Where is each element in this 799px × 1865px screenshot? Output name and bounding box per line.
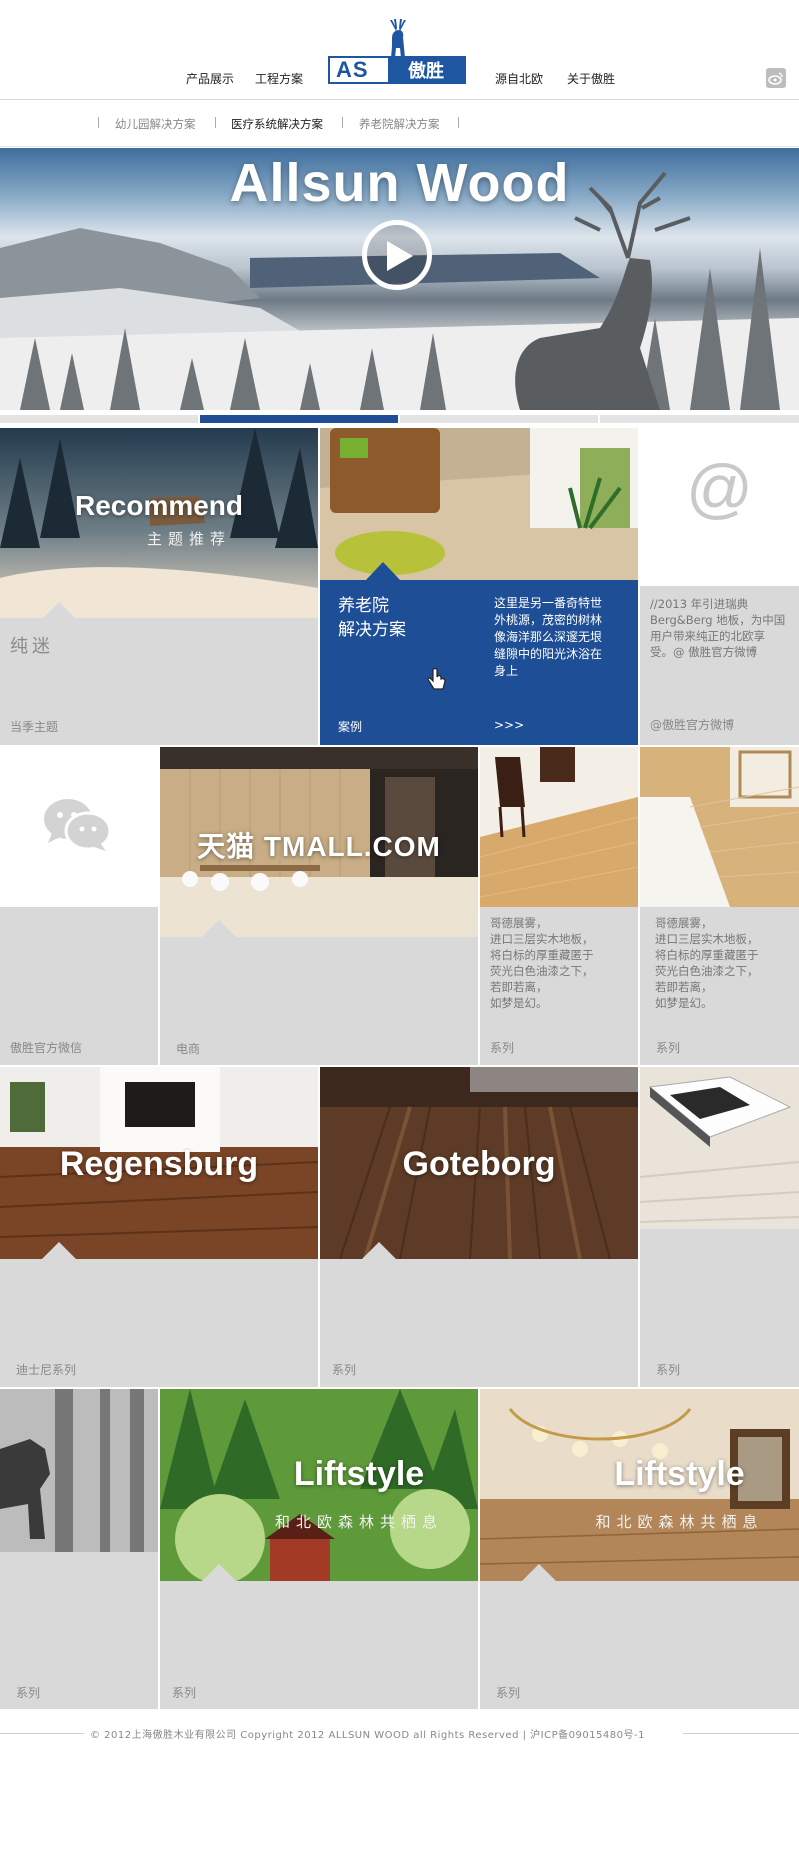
tile-pointer bbox=[522, 1564, 556, 1581]
liftstyle-1-label: 系列 bbox=[172, 1686, 197, 1700]
logo-wordmark: AS 傲胜 bbox=[328, 56, 466, 84]
nav-about[interactable]: 关于傲胜 bbox=[567, 70, 615, 87]
slider-tab-1[interactable] bbox=[0, 415, 198, 423]
slider-tab-4[interactable] bbox=[600, 415, 799, 423]
series-b-description: 哥德展雾， 进口三层实木地板， 将白标的厚重藏匿于 荧光白色油漆之下， 若即若离… bbox=[655, 916, 759, 1010]
subnav-divider bbox=[458, 117, 459, 128]
elder-care-title-line2: 解决方案 bbox=[338, 620, 406, 640]
regensburg-title: Regensburg bbox=[59, 1145, 259, 1183]
series-a-label: 系列 bbox=[490, 1041, 515, 1055]
weibo-icon[interactable] bbox=[766, 68, 786, 88]
footer-divider bbox=[683, 1733, 799, 1734]
nav-solutions[interactable]: 工程方案 bbox=[255, 70, 303, 107]
staircase-image bbox=[640, 747, 799, 907]
tmall-tile[interactable]: 天猫 TMALL.COM 电商 bbox=[160, 747, 478, 1065]
deer-logo-icon bbox=[390, 19, 406, 58]
goteborg-title: Goteborg bbox=[402, 1145, 556, 1183]
elder-care-image-tile[interactable] bbox=[320, 428, 638, 580]
subnav-divider bbox=[215, 117, 216, 128]
tile-pointer bbox=[202, 1564, 236, 1581]
tile-pointer bbox=[42, 602, 76, 619]
subnav-medical[interactable]: 医疗系统解决方案 bbox=[231, 116, 323, 132]
open-book-image bbox=[640, 1067, 799, 1229]
goteborg-tile[interactable]: Goteborg 系列 bbox=[320, 1067, 638, 1387]
solutions-subnav: 幼儿园解决方案 医疗系统解决方案 养老院解决方案 bbox=[0, 101, 799, 147]
winter-deer-image bbox=[0, 428, 318, 618]
regensburg-tile[interactable]: Regensburg 迪士尼系列 bbox=[0, 1067, 318, 1387]
recommend-tile[interactable]: Recommend 主题推荐 纯迷 当季主题 bbox=[0, 428, 318, 745]
logo-chinese: 傲胜 bbox=[388, 58, 464, 82]
footer-divider bbox=[0, 1733, 84, 1734]
deer-forest-tile[interactable]: 系列 bbox=[0, 1389, 158, 1709]
tile-pointer bbox=[362, 1242, 396, 1259]
subnav-divider bbox=[342, 117, 343, 128]
deer-forest-image bbox=[0, 1389, 158, 1552]
play-video-button[interactable] bbox=[362, 220, 432, 290]
nav-nordic[interactable]: 源自北欧 bbox=[495, 70, 543, 87]
tile-pointer bbox=[42, 1242, 76, 1259]
nav-products[interactable]: 产品展示 bbox=[186, 70, 234, 87]
elder-care-title-line1: 养老院 bbox=[338, 596, 389, 616]
liftstyle-2-title: Liftstyle bbox=[614, 1455, 745, 1493]
liftstyle-forest-tile[interactable]: Liftstyle 和北欧森林共栖息 系列 bbox=[160, 1389, 478, 1709]
recommend-text: 纯迷 bbox=[10, 636, 54, 657]
liftstyle-1-title: Liftstyle bbox=[293, 1455, 425, 1493]
recommend-subtitle: 主题推荐 bbox=[146, 530, 231, 548]
subnav-kindergarten[interactable]: 幼儿园解决方案 bbox=[115, 116, 196, 132]
recommend-title: Recommend bbox=[74, 490, 244, 521]
regensburg-label: 迪士尼系列 bbox=[16, 1363, 77, 1377]
deer-forest-label: 系列 bbox=[16, 1686, 41, 1700]
brand-logo[interactable]: AS 傲胜 bbox=[328, 18, 468, 86]
elder-care-label: 案例 bbox=[338, 720, 363, 734]
tile-pointer bbox=[202, 920, 236, 937]
dining-chairs-image bbox=[480, 747, 638, 907]
recommend-label: 当季主题 bbox=[10, 720, 59, 734]
weibo-label: @傲胜官方微博 bbox=[650, 718, 735, 732]
book-tile[interactable]: 系列 bbox=[640, 1067, 799, 1387]
elder-care-title: 养老院 解决方案 bbox=[338, 594, 406, 642]
hand-cursor-icon bbox=[427, 668, 446, 690]
series-b-label: 系列 bbox=[656, 1041, 681, 1055]
subnav-elderly-care[interactable]: 养老院解决方案 bbox=[359, 116, 440, 132]
book-label: 系列 bbox=[656, 1363, 681, 1377]
elder-care-description: 这里是另一番奇特世 外桃源，茂密的树林 像海洋那么深邃无垠 缝隙中的阳光沐浴在 … bbox=[494, 596, 603, 678]
liftstyle-interior-tile[interactable]: Liftstyle 和北欧森林共栖息 系列 bbox=[480, 1389, 799, 1709]
weibo-description: //2013 年引进瑞典 Berg&Berg 地板，为中国 用户带来纯正的北欧享… bbox=[650, 597, 786, 659]
goteborg-label: 系列 bbox=[332, 1363, 357, 1377]
site-header: 产品展示 工程方案 AS 傲胜 源自北欧 关于傲胜 bbox=[0, 0, 799, 107]
weibo-tile[interactable]: @ //2013 年引进瑞典 Berg&Berg 地板，为中国 用户带来纯正的北… bbox=[640, 428, 799, 745]
banner-title: Allsun Wood bbox=[229, 153, 570, 213]
series-tile-a[interactable]: 哥德展雾， 进口三层实木地板， 将白标的厚重藏匿于 荧光白色油漆之下， 若即若离… bbox=[480, 747, 638, 1065]
elder-care-more-link[interactable]: >>> bbox=[494, 718, 524, 732]
wechat-icon bbox=[44, 799, 112, 851]
play-icon bbox=[387, 241, 413, 271]
footer-copyright: © 2012上海傲胜木业有限公司 Copyright 2012 ALLSUN W… bbox=[90, 1730, 645, 1741]
tile-pointer bbox=[366, 562, 400, 580]
liftstyle-2-label: 系列 bbox=[496, 1686, 521, 1700]
series-a-description: 哥德展雾， 进口三层实木地板， 将白标的厚重藏匿于 荧光白色油漆之下， 若即若离… bbox=[490, 916, 594, 1010]
wechat-tile[interactable]: 傲胜官方微信 bbox=[0, 747, 158, 1065]
tmall-title: 天猫 TMALL.COM bbox=[197, 831, 441, 862]
series-tile-b[interactable]: 哥德展雾， 进口三层实木地板， 将白标的厚重藏匿于 荧光白色油漆之下， 若即若离… bbox=[640, 747, 799, 1065]
logo-latin: AS bbox=[336, 57, 369, 82]
liftstyle-1-subtitle: 和北欧森林共栖息 bbox=[274, 1513, 443, 1531]
liftstyle-2-subtitle: 和北欧森林共栖息 bbox=[595, 1513, 764, 1531]
slider-tab-2[interactable] bbox=[200, 415, 398, 423]
subnav-divider bbox=[98, 117, 99, 128]
wechat-label: 傲胜官方微信 bbox=[10, 1041, 83, 1055]
slider-tab-3[interactable] bbox=[400, 415, 598, 423]
elder-care-panel[interactable]: 养老院 解决方案 这里是另一番奇特世 外桃源，茂密的树林 像海洋那么深邃无垠 缝… bbox=[320, 580, 638, 745]
living-room-image bbox=[320, 428, 638, 580]
tmall-label: 电商 bbox=[176, 1042, 201, 1056]
hero-banner: Allsun Wood bbox=[0, 148, 799, 410]
at-sign-icon: @ bbox=[686, 451, 753, 525]
